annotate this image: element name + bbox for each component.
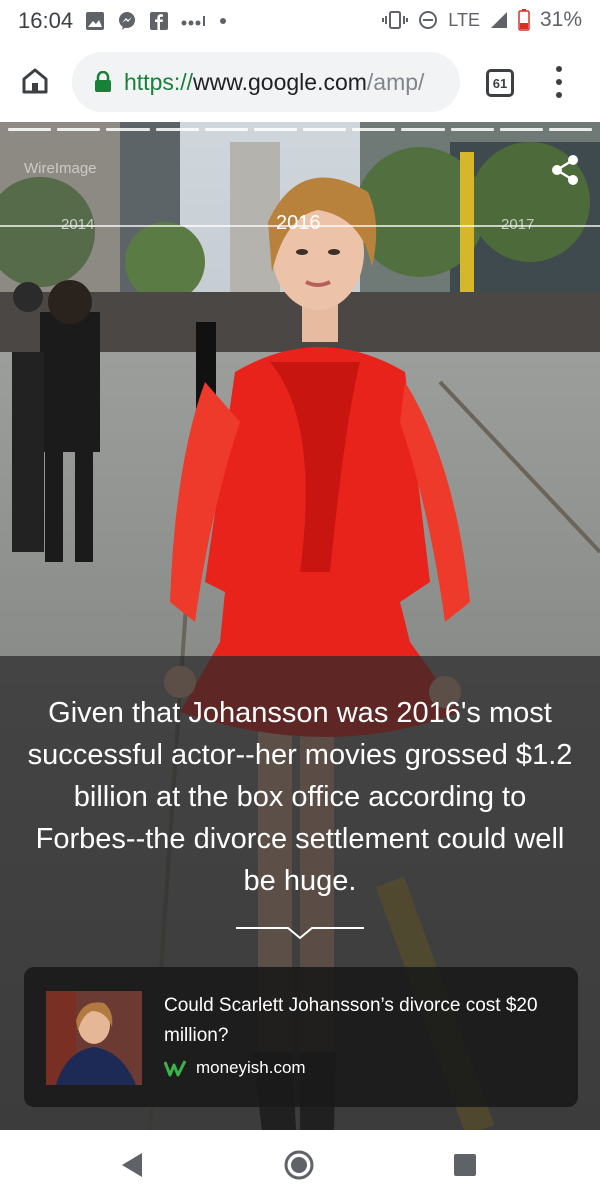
moneyish-logo-icon	[164, 1060, 186, 1077]
progress-segment	[57, 128, 101, 131]
signal-dots-icon	[181, 15, 207, 27]
signal-icon	[490, 11, 508, 29]
network-type: LTE	[448, 9, 480, 30]
source-domain: moneyish.com	[196, 1058, 306, 1077]
status-left: 16:04	[18, 8, 227, 34]
tab-switcher-button[interactable]: 61	[486, 69, 514, 97]
home-nav-icon[interactable]	[284, 1150, 314, 1180]
image-icon	[85, 11, 105, 31]
progress-segment	[548, 128, 593, 131]
progress-segment	[303, 128, 347, 131]
photo-credit: WireImage	[24, 160, 97, 177]
tab-count: 61	[492, 75, 508, 91]
url-path: /amp/	[366, 68, 425, 95]
do-not-disturb-icon	[418, 10, 438, 30]
dot-icon	[219, 17, 227, 25]
status-time: 16:04	[18, 8, 74, 33]
system-nav-bar	[0, 1130, 600, 1200]
browser-toolbar: https://www.google.com/amp/ 61	[0, 42, 600, 122]
lock-icon	[95, 71, 111, 92]
status-right: LTE 31%	[382, 8, 582, 32]
address-bar[interactable]: https://www.google.com/amp/	[72, 52, 460, 112]
facebook-icon	[149, 11, 169, 31]
article-title: Could Scarlett Johansson’s divorce cost …	[164, 995, 538, 1046]
progress-segment	[450, 128, 494, 131]
timeline-year: 2014	[61, 216, 95, 233]
article-thumbnail	[46, 991, 142, 1085]
chevron-divider-icon	[236, 927, 364, 940]
back-icon[interactable]	[120, 1152, 144, 1178]
progress-segment	[106, 128, 150, 131]
related-article-card[interactable]: Could Scarlett Johansson’s divorce cost …	[24, 967, 578, 1107]
story-caption: Given that Johansson was 2016's most suc…	[27, 697, 573, 897]
status-bar: 16:04 LTE 31%	[0, 0, 600, 42]
progress-segment	[352, 128, 396, 131]
progress-segment	[253, 128, 298, 131]
url-text: https://www.google.com/amp/	[124, 69, 424, 96]
url-scheme: https://	[124, 68, 194, 95]
amp-story[interactable]: WireImage 2014 2016 2017 Given that Joha…	[0, 122, 600, 1130]
year-timeline: 2014 2016 2017	[0, 212, 600, 238]
progress-segment	[204, 128, 248, 131]
url-host: www.google.com	[193, 68, 367, 95]
timeline-year: 2017	[501, 216, 535, 233]
progress-segment	[499, 128, 543, 131]
story-progress	[8, 128, 593, 131]
more-vert-icon[interactable]	[549, 66, 569, 98]
home-icon[interactable]	[20, 66, 50, 96]
battery-icon	[518, 9, 530, 31]
progress-segment	[401, 128, 445, 131]
messenger-icon	[117, 11, 137, 31]
share-icon[interactable]	[550, 154, 580, 186]
progress-segment	[155, 128, 199, 131]
recents-icon[interactable]	[454, 1154, 476, 1176]
vibrate-icon	[382, 10, 409, 30]
battery-percent: 31%	[539, 8, 582, 31]
article-source: moneyish.com	[164, 1058, 306, 1078]
progress-segment	[8, 128, 52, 131]
timeline-year-active: 2016	[276, 212, 321, 234]
